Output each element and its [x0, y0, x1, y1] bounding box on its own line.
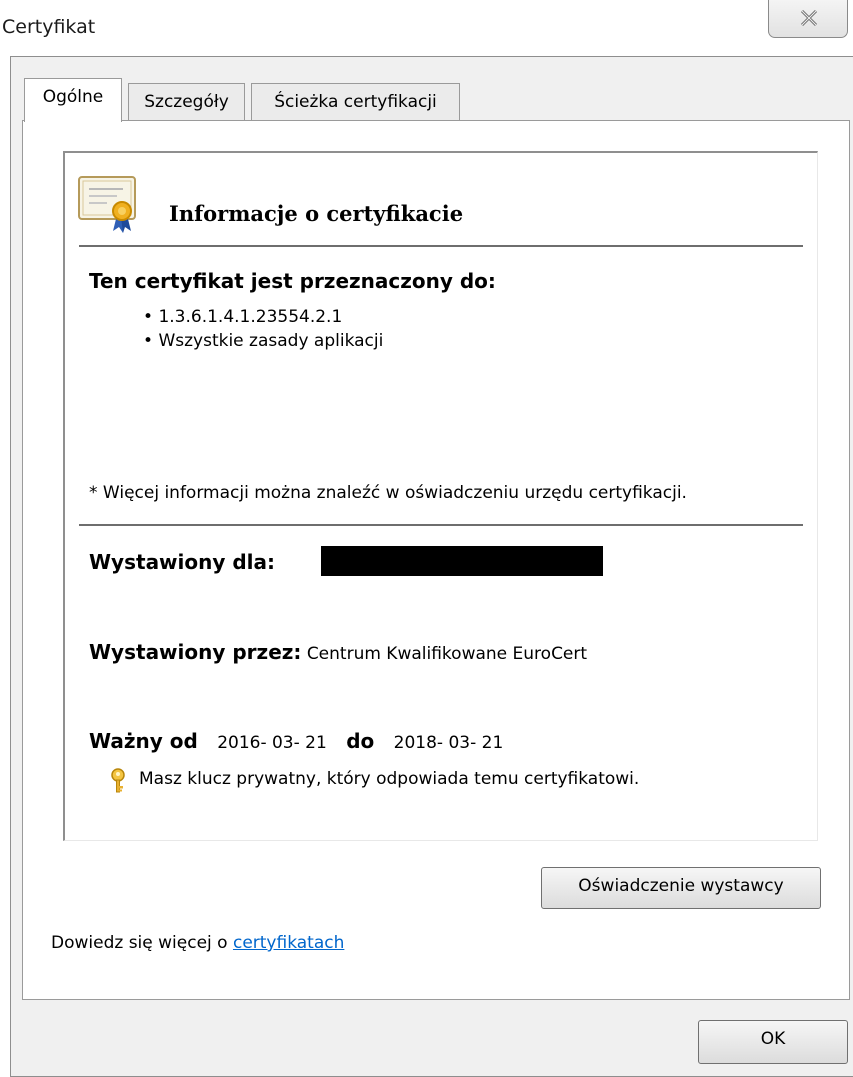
- certificate-icon: [78, 176, 136, 233]
- issued-to-label: Wystawiony dla:: [89, 550, 276, 574]
- issuer-statement-note: * Więcej informacji można znaleźć w oświ…: [89, 483, 687, 503]
- valid-from-value: 2016- 03- 21: [217, 733, 327, 753]
- tab-certification-path-label: Ścieżka certyfikacji: [274, 92, 437, 112]
- separator: [79, 524, 803, 526]
- issuer-statement-button-label: Oświadczenie wystawcy: [578, 876, 784, 896]
- valid-to-label: do: [346, 729, 375, 753]
- certificate-info-box: Informacje o certyfikacie Ten certyfikat…: [63, 151, 818, 841]
- key-icon: [111, 768, 125, 793]
- purpose-heading: Ten certyfikat jest przeznaczony do:: [89, 269, 496, 293]
- redacted-issued-to-value: [321, 546, 603, 576]
- certificates-link[interactable]: certyfikatach: [233, 933, 344, 953]
- learn-more: Dowiedz się więcej o certyfikatach: [51, 933, 344, 953]
- issued-by-label: Wystawiony przez:: [89, 640, 302, 664]
- info-title: Informacje o certyfikacie: [169, 201, 464, 226]
- purpose-item: 1.3.6.1.4.1.23554.2.1: [143, 305, 383, 329]
- valid-from-label: Ważny od: [89, 729, 198, 753]
- general-tab-panel: Informacje o certyfikacie Ten certyfikat…: [22, 120, 850, 1000]
- tab-general[interactable]: Ogólne: [24, 78, 122, 122]
- close-icon: [800, 9, 818, 27]
- tab-general-label: Ogólne: [42, 87, 104, 107]
- private-key-note: Masz klucz prywatny, który odpowiada tem…: [139, 769, 640, 789]
- tab-details-label: Szczegóły: [144, 92, 229, 112]
- ok-button-label: OK: [760, 1029, 786, 1049]
- separator: [79, 245, 803, 247]
- issuer-statement-button[interactable]: Oświadczenie wystawcy: [541, 867, 821, 909]
- title-bar: Certyfikat: [0, 0, 853, 56]
- purpose-item: Wszystkie zasady aplikacji: [143, 329, 383, 353]
- issued-by-value: Centrum Kwalifikowane EuroCert: [306, 644, 588, 664]
- tab-details[interactable]: Szczegóły: [128, 83, 245, 121]
- purpose-list: 1.3.6.1.4.1.23554.2.1 Wszystkie zasady a…: [143, 305, 383, 353]
- learn-more-text: Dowiedz się więcej o: [51, 933, 233, 953]
- tab-certification-path[interactable]: Ścieżka certyfikacji: [251, 83, 460, 121]
- window-title: Certyfikat: [2, 16, 96, 38]
- issued-to-row: Wystawiony dla:: [89, 550, 275, 574]
- close-button[interactable]: [768, 0, 848, 38]
- valid-to-value: 2018- 03- 21: [393, 733, 504, 753]
- validity-row: Ważny od 2016- 03- 21 do 2018- 03- 21: [89, 729, 503, 753]
- issued-by-row: Wystawiony przez: Centrum Kwalifikowane …: [89, 640, 587, 664]
- ok-button[interactable]: OK: [698, 1020, 848, 1064]
